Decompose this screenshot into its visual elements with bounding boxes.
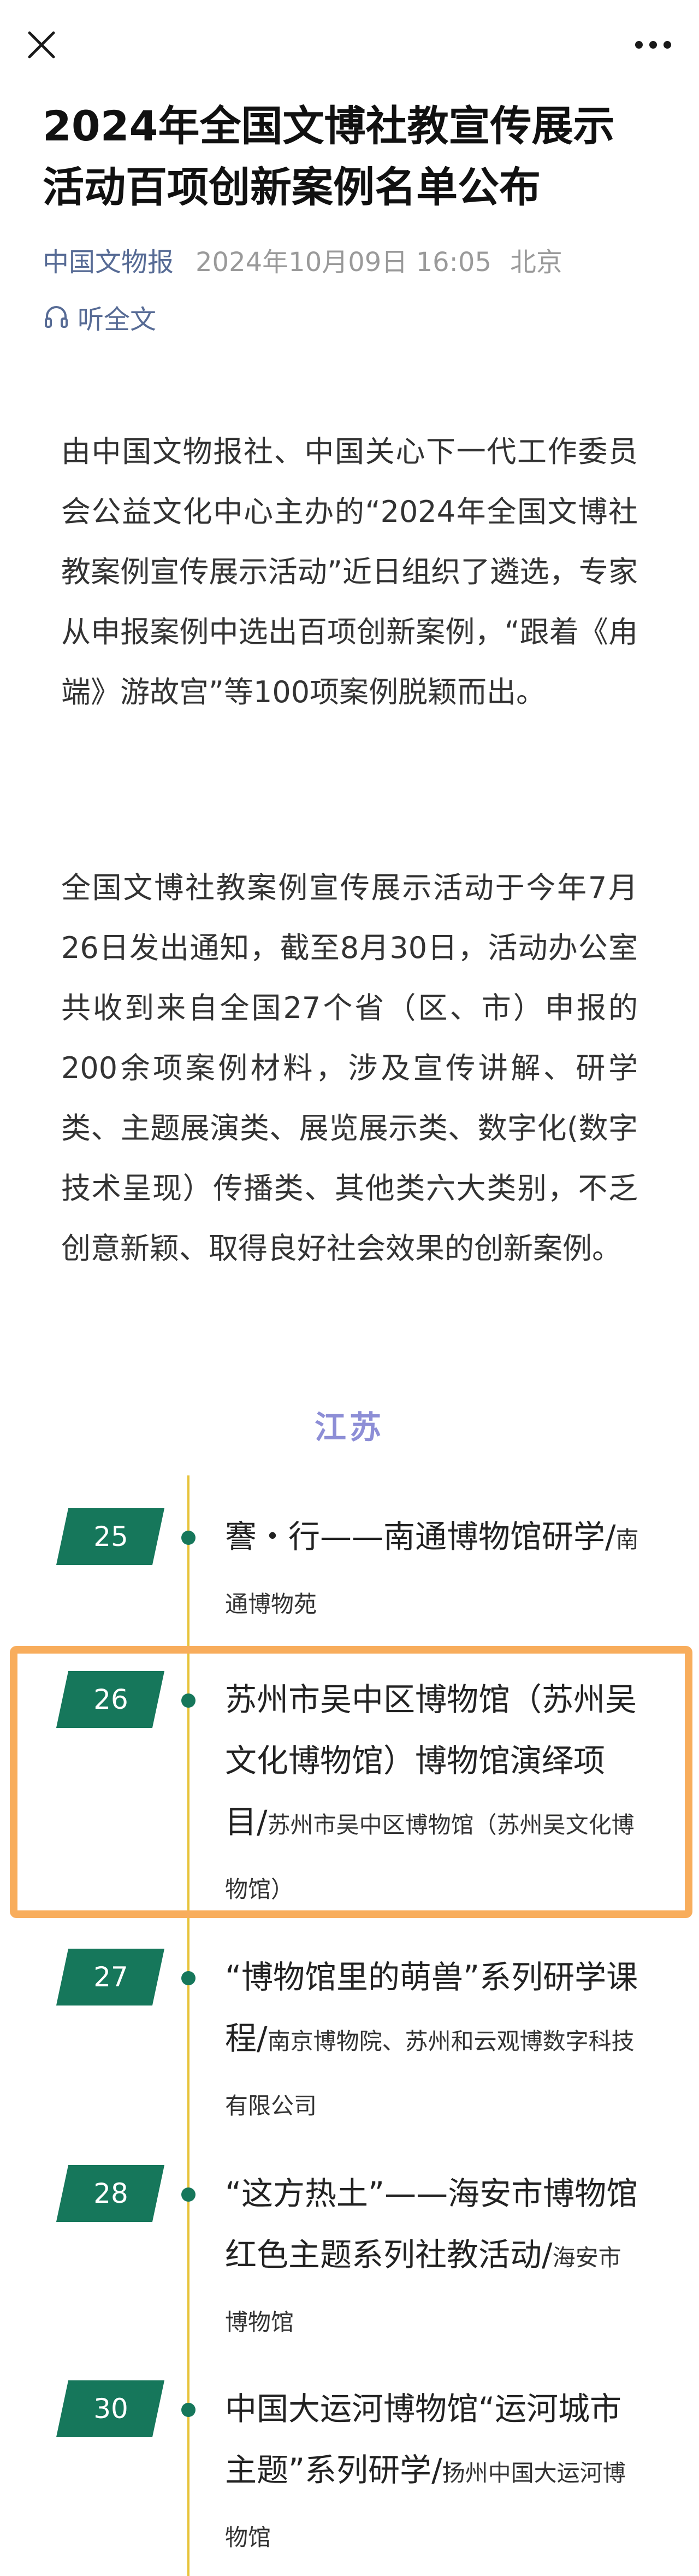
case-text: 中国大运河博物馆“运河城市主题”系列研学/扬州中国大运河博物馆 [225,2390,626,2551]
case-institution: 南京博物院、苏州和云观博数字科技有限公司 [225,2028,635,2119]
more-dots-icon [635,41,671,49]
case-text: 謇・行——南通博物馆研学/南通博物苑 [225,1518,639,1618]
listen-button[interactable]: 听全文 [43,298,156,336]
case-number: 26 [93,1684,128,1715]
case-text: 苏州市吴中区博物馆（苏州吴文化博物馆）博物馆演绎项目/苏州市吴中区博物馆（苏州吴… [225,1681,637,1903]
case-item: 30 中国大运河博物馆“运河城市主题”系列研学/扬州中国大运河博物馆 [0,2380,699,2572]
case-item: 28 “这方热土”——海安市博物馆红色主题系列社教活动/海安市博物馆 [0,2165,699,2351]
region-heading: 江苏 [314,1409,384,1446]
more-button[interactable] [627,25,679,64]
paragraph-intro: 由中国文物报社、中国关心下一代工作委员会公益文化中心主办的“2024年全国文博社… [61,434,638,709]
close-icon [28,31,55,58]
case-number: 25 [93,1521,128,1552]
case-number: 30 [93,2393,128,2425]
case-text: “这方热土”——海安市博物馆红色主题系列社教活动/海安市博物馆 [225,2175,638,2336]
top-bar [0,0,699,92]
case-number: 28 [93,2178,128,2209]
case-institution: 苏州市吴中区博物馆（苏州吴文化博物馆） [225,1812,635,1903]
timeline-dot [181,2403,196,2417]
timeline-dot [181,2187,196,2202]
timeline-dot [181,1693,196,1708]
source-link[interactable]: 中国文物报 [43,240,174,279]
case-item: 26 苏州市吴中区博物馆（苏州吴文化博物馆）博物馆演绎项目/苏州市吴中区博物馆（… [0,1671,699,1903]
timeline-dot [181,1531,196,1545]
article-title: 2024年全国文博社教宣传展示活动百项创新案例名单公布 [43,102,615,211]
close-button[interactable] [22,25,61,64]
timeline-dot [181,1971,196,1985]
publish-datetime: 2024年10月09日 16:05 [196,247,491,278]
headphones-icon [45,306,68,328]
article-meta: 中国文物报 2024年10月09日 16:05 北京 [43,240,562,279]
paragraph-details: 全国文博社教案例宣传展示活动于今年7月26日发出通知，截至8月30日，活动办公室… [61,871,638,1266]
case-item: 27 “博物馆里的萌兽”系列研学课程/南京博物院、苏州和云观博数字科技有限公司 [0,1949,699,2134]
listen-label: 听全文 [78,304,157,335]
publish-location: 北京 [510,247,562,278]
case-title: 謇・行——南通博物馆研学 [225,1518,606,1555]
case-number: 27 [93,1961,128,1993]
case-text: “博物馆里的萌兽”系列研学课程/南京博物院、苏州和云观博数字科技有限公司 [225,1959,638,2119]
